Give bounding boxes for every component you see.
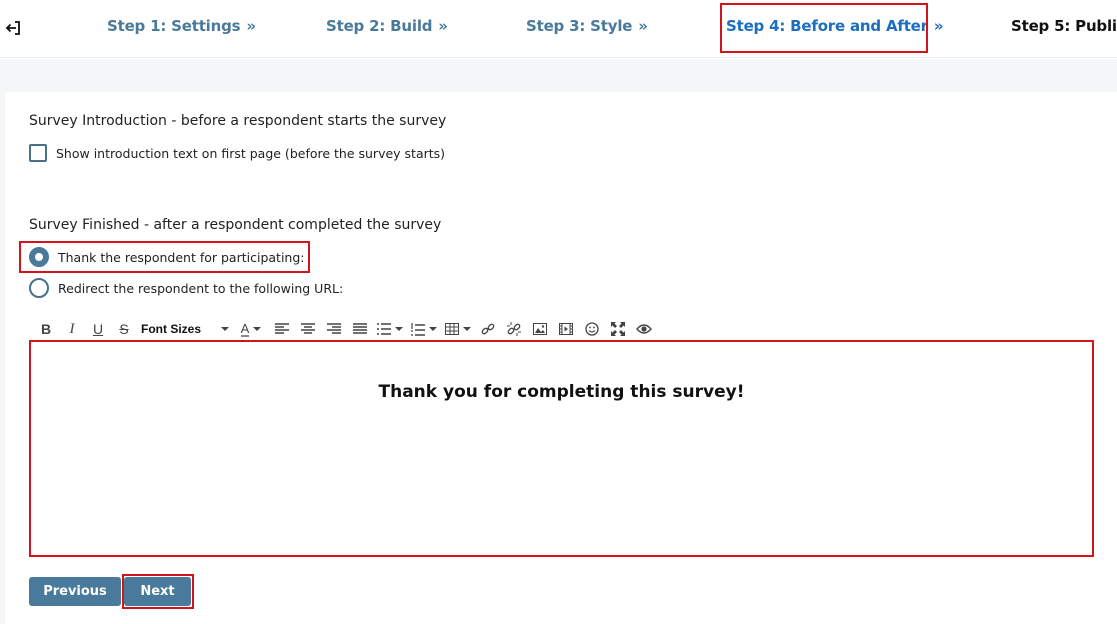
numbered-list-icon: [411, 322, 425, 336]
underline-button[interactable]: U: [85, 318, 111, 340]
unlink-icon: [507, 322, 521, 336]
align-justify-button[interactable]: [347, 318, 373, 340]
align-right-icon: [327, 323, 341, 334]
video-icon: [559, 323, 573, 335]
redirect-url-option[interactable]: Redirect the respondent to the following…: [29, 278, 343, 298]
image-icon: [533, 323, 547, 335]
preview-button[interactable]: [631, 318, 657, 340]
redirect-url-radio[interactable]: [29, 278, 49, 298]
step-1-settings[interactable]: Step 1: Settings »: [107, 17, 256, 35]
video-button[interactable]: [553, 318, 579, 340]
font-color-button[interactable]: A: [233, 318, 269, 340]
chevron-down-icon: [395, 327, 403, 331]
unlink-button[interactable]: [501, 318, 527, 340]
chevron-down-icon: [221, 327, 229, 331]
align-right-button[interactable]: [321, 318, 347, 340]
strikethrough-button[interactable]: S: [111, 318, 137, 340]
bullet-list-icon: [377, 323, 391, 335]
thank-you-message-text[interactable]: Thank you for completing this survey!: [31, 382, 1092, 402]
table-button[interactable]: [441, 318, 475, 340]
step-3-style[interactable]: Step 3: Style »: [526, 17, 648, 35]
step-navigation-bar: Step 1: Settings » Step 2: Build » Step 3:…: [0, 0, 1117, 58]
chevron-down-icon: [463, 327, 471, 331]
editor-toolbar: B I U S Font Sizes A: [33, 318, 657, 340]
double-chevron-icon: »: [933, 17, 944, 35]
align-left-icon: [275, 323, 289, 334]
step-label: Step 1: Settings: [107, 17, 241, 35]
align-center-button[interactable]: [295, 318, 321, 340]
align-justify-icon: [353, 323, 367, 334]
preview-icon: [636, 324, 652, 334]
step-label: Step 2: Build: [326, 17, 433, 35]
step-2-build[interactable]: Step 2: Build »: [326, 17, 448, 35]
image-button[interactable]: [527, 318, 553, 340]
emoticons-button[interactable]: [579, 318, 605, 340]
link-button[interactable]: [475, 318, 501, 340]
previous-button[interactable]: Previous: [29, 577, 121, 606]
introduction-section-title: Survey Introduction - before a responden…: [29, 113, 447, 129]
font-color-icon: A: [240, 320, 250, 337]
chevron-down-icon: [429, 327, 437, 331]
italic-button[interactable]: I: [59, 318, 85, 340]
thank-you-message-editor[interactable]: Thank you for completing this survey!: [29, 340, 1094, 557]
thank-option-highlight: [19, 241, 310, 273]
align-center-icon: [301, 323, 315, 334]
align-left-button[interactable]: [269, 318, 295, 340]
step-label: Step 3: Style: [526, 17, 633, 35]
numbered-list-button[interactable]: [407, 318, 441, 340]
double-chevron-icon: »: [638, 17, 648, 35]
exit-icon[interactable]: [4, 18, 24, 38]
chevron-down-icon: [253, 327, 262, 331]
fullscreen-button[interactable]: [605, 318, 631, 340]
double-chevron-icon: »: [246, 17, 256, 35]
step-label: Step 5: Publish: [1011, 17, 1117, 35]
table-icon: [445, 323, 459, 335]
show-introduction-label: Show introduction text on first page (be…: [56, 145, 446, 161]
step-5-publish[interactable]: Step 5: Publish: [1011, 17, 1117, 35]
bold-button[interactable]: B: [33, 318, 59, 340]
font-sizes-label: Font Sizes: [141, 322, 202, 336]
double-chevron-icon: »: [438, 17, 448, 35]
fullscreen-icon: [611, 322, 625, 336]
redirect-url-label: Redirect the respondent to the following…: [58, 280, 344, 296]
finished-section-title: Survey Finished - after a respondent com…: [29, 217, 442, 233]
show-introduction-checkbox[interactable]: [29, 144, 47, 162]
active-step-highlight: [720, 3, 928, 53]
emoticon-icon: [585, 322, 599, 336]
bullet-list-button[interactable]: [373, 318, 407, 340]
link-icon: [481, 323, 495, 335]
next-button-highlight: [122, 574, 194, 609]
font-sizes-dropdown[interactable]: Font Sizes: [137, 318, 233, 340]
show-introduction-option[interactable]: Show introduction text on first page (be…: [29, 143, 445, 163]
